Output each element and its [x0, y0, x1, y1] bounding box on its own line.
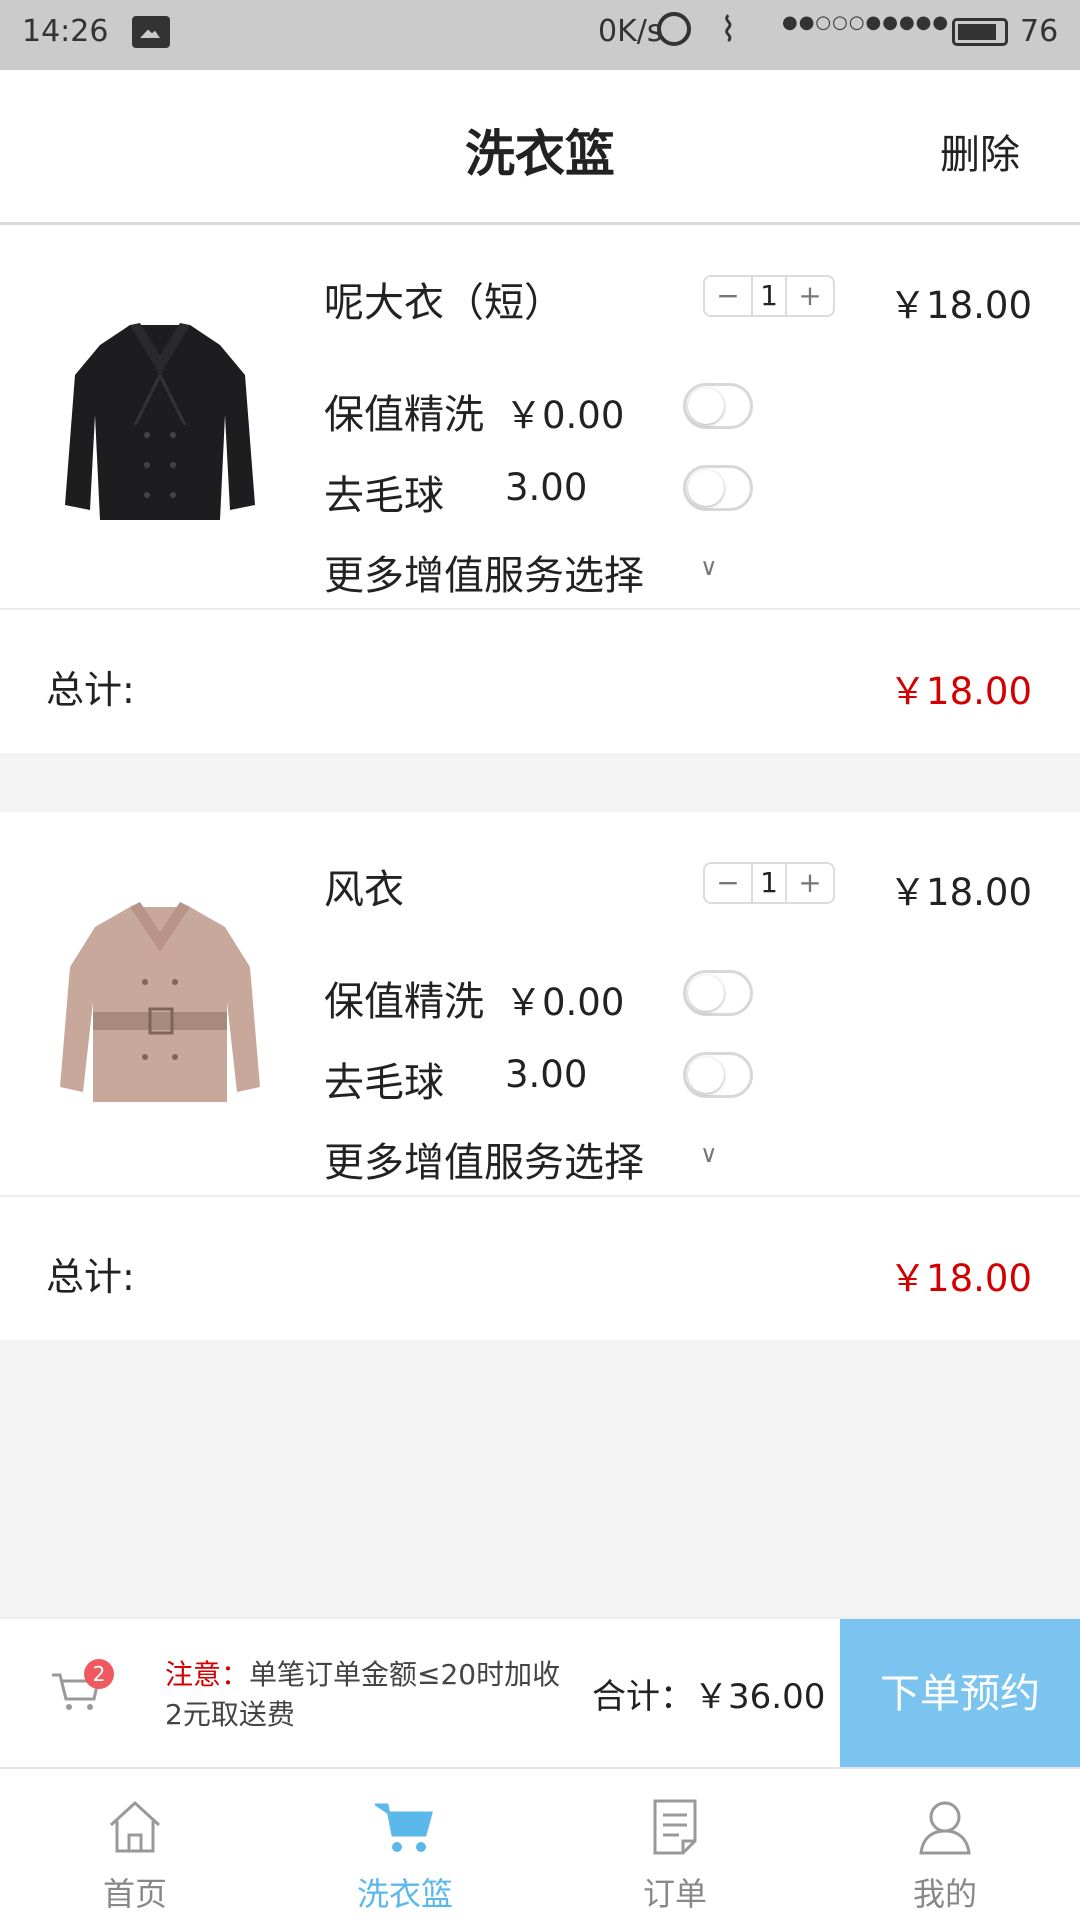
tab-orders[interactable]: 订单 — [540, 1769, 810, 1922]
more-services-dropdown[interactable]: 更多增值服务选择 — [324, 543, 644, 601]
option-label: 保值精洗 — [324, 979, 484, 1025]
increment-button[interactable]: + — [787, 864, 833, 902]
status-time: 14:26 — [22, 14, 109, 49]
checkout-bar: 2 注意：单笔订单金额≤20时加收2元取送费 合计：￥36.00 下单预约 — [0, 1617, 1080, 1769]
item-name: 风衣 — [324, 867, 404, 913]
notice-prefix: 注意： — [165, 1658, 250, 1691]
quantity-stepper: − 1 + — [703, 862, 835, 904]
item-price: ￥18.00 — [889, 284, 1032, 327]
option-price: 3.00 — [505, 466, 588, 509]
wool-coat-image — [65, 323, 255, 520]
divider — [0, 608, 1080, 610]
tab-home[interactable]: 首页 — [0, 1769, 270, 1922]
tab-profile[interactable]: 我的 — [810, 1769, 1080, 1922]
item-total-label: 总计: — [46, 1255, 135, 1299]
more-services-dropdown[interactable]: 更多增值服务选择 — [324, 1130, 644, 1188]
option-label: 去毛球 — [324, 473, 444, 519]
option-label: 保值精洗 — [324, 392, 484, 438]
place-order-button[interactable]: 下单预约 — [840, 1619, 1080, 1769]
battery-icon — [952, 18, 1008, 46]
item-total-label: 总计: — [46, 668, 135, 712]
option-toggle[interactable] — [683, 383, 753, 429]
item-price: ￥18.00 — [889, 871, 1032, 914]
option-toggle[interactable] — [683, 970, 753, 1016]
decrement-button[interactable]: − — [705, 277, 751, 315]
battery-level: 76 — [1020, 14, 1059, 49]
chevron-down-icon[interactable]: ∨ — [700, 553, 718, 581]
decrement-button[interactable]: − — [705, 864, 751, 902]
option-price: ￥0.00 — [505, 981, 625, 1024]
grand-total: 合计：￥36.00 — [592, 1677, 826, 1717]
tab-label: 订单 — [642, 1875, 707, 1913]
user-icon — [919, 1801, 971, 1855]
item-name: 呢大衣（短） — [324, 280, 564, 326]
option-label: 去毛球 — [324, 1060, 444, 1106]
tab-label: 洗衣篮 — [356, 1875, 453, 1913]
quantity-value: 1 — [751, 864, 787, 902]
document-icon — [653, 1799, 697, 1855]
cart-count-badge: 2 — [84, 1659, 114, 1689]
trench-coat-image — [60, 902, 260, 1102]
option-price: ￥0.00 — [505, 394, 625, 437]
network-speed: 0K/s — [598, 14, 663, 49]
quantity-stepper: − 1 + — [703, 275, 835, 317]
tab-basket[interactable]: 洗衣篮 — [270, 1769, 540, 1922]
signal-icon: ●●○○○●●●●● — [782, 12, 950, 33]
item-total-value: ￥18.00 — [889, 670, 1032, 713]
option-price: 3.00 — [505, 1053, 588, 1096]
home-icon — [109, 1800, 161, 1853]
delete-button[interactable]: 删除 — [940, 122, 1020, 180]
basket-item-1: 呢大衣（短） − 1 + ￥18.00 保值精洗 ￥0.00 去毛球 3.00 … — [0, 225, 1080, 753]
image-notification-icon — [132, 16, 170, 48]
header: 洗衣篮 删除 — [0, 70, 1080, 225]
item-total-value: ￥18.00 — [889, 1257, 1032, 1300]
tab-label: 首页 — [102, 1875, 167, 1913]
basket-item-2: 风衣 − 1 + ￥18.00 保值精洗 ￥0.00 去毛球 3.00 更多增值… — [0, 812, 1080, 1340]
divider — [0, 1195, 1080, 1197]
page-title: 洗衣篮 — [465, 125, 615, 183]
wifi-icon: ⌇ — [720, 10, 737, 50]
alarm-icon — [657, 12, 691, 46]
fee-notice: 注意：单笔订单金额≤20时加收2元取送费 — [165, 1655, 565, 1735]
status-bar: 14:26 0K/s ⌇ ●●○○○●●●●● 76 — [0, 0, 1080, 70]
option-toggle[interactable] — [683, 1052, 753, 1098]
tab-bar: 首页 洗衣篮 订单 我的 — [0, 1767, 1080, 1922]
chevron-down-icon[interactable]: ∨ — [700, 1140, 718, 1168]
cart-icon — [375, 1803, 433, 1852]
tab-label: 我的 — [912, 1875, 977, 1913]
quantity-value: 1 — [751, 277, 787, 315]
option-toggle[interactable] — [683, 465, 753, 511]
increment-button[interactable]: + — [787, 277, 833, 315]
